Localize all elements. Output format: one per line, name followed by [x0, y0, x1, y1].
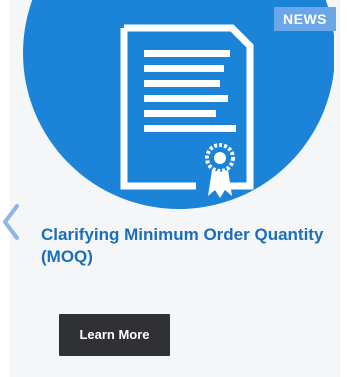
article-title[interactable]: Clarifying Minimum Order Quantity (MOQ): [41, 224, 331, 268]
news-card: NEWS Clarifying Minimum Order Quantity (…: [10, 0, 340, 377]
news-badge: NEWS: [274, 7, 336, 31]
chevron-left-icon[interactable]: [0, 202, 20, 242]
hero-image: [18, 0, 334, 210]
learn-more-button[interactable]: Learn More: [59, 314, 170, 356]
certificate-document-icon: [120, 24, 254, 198]
